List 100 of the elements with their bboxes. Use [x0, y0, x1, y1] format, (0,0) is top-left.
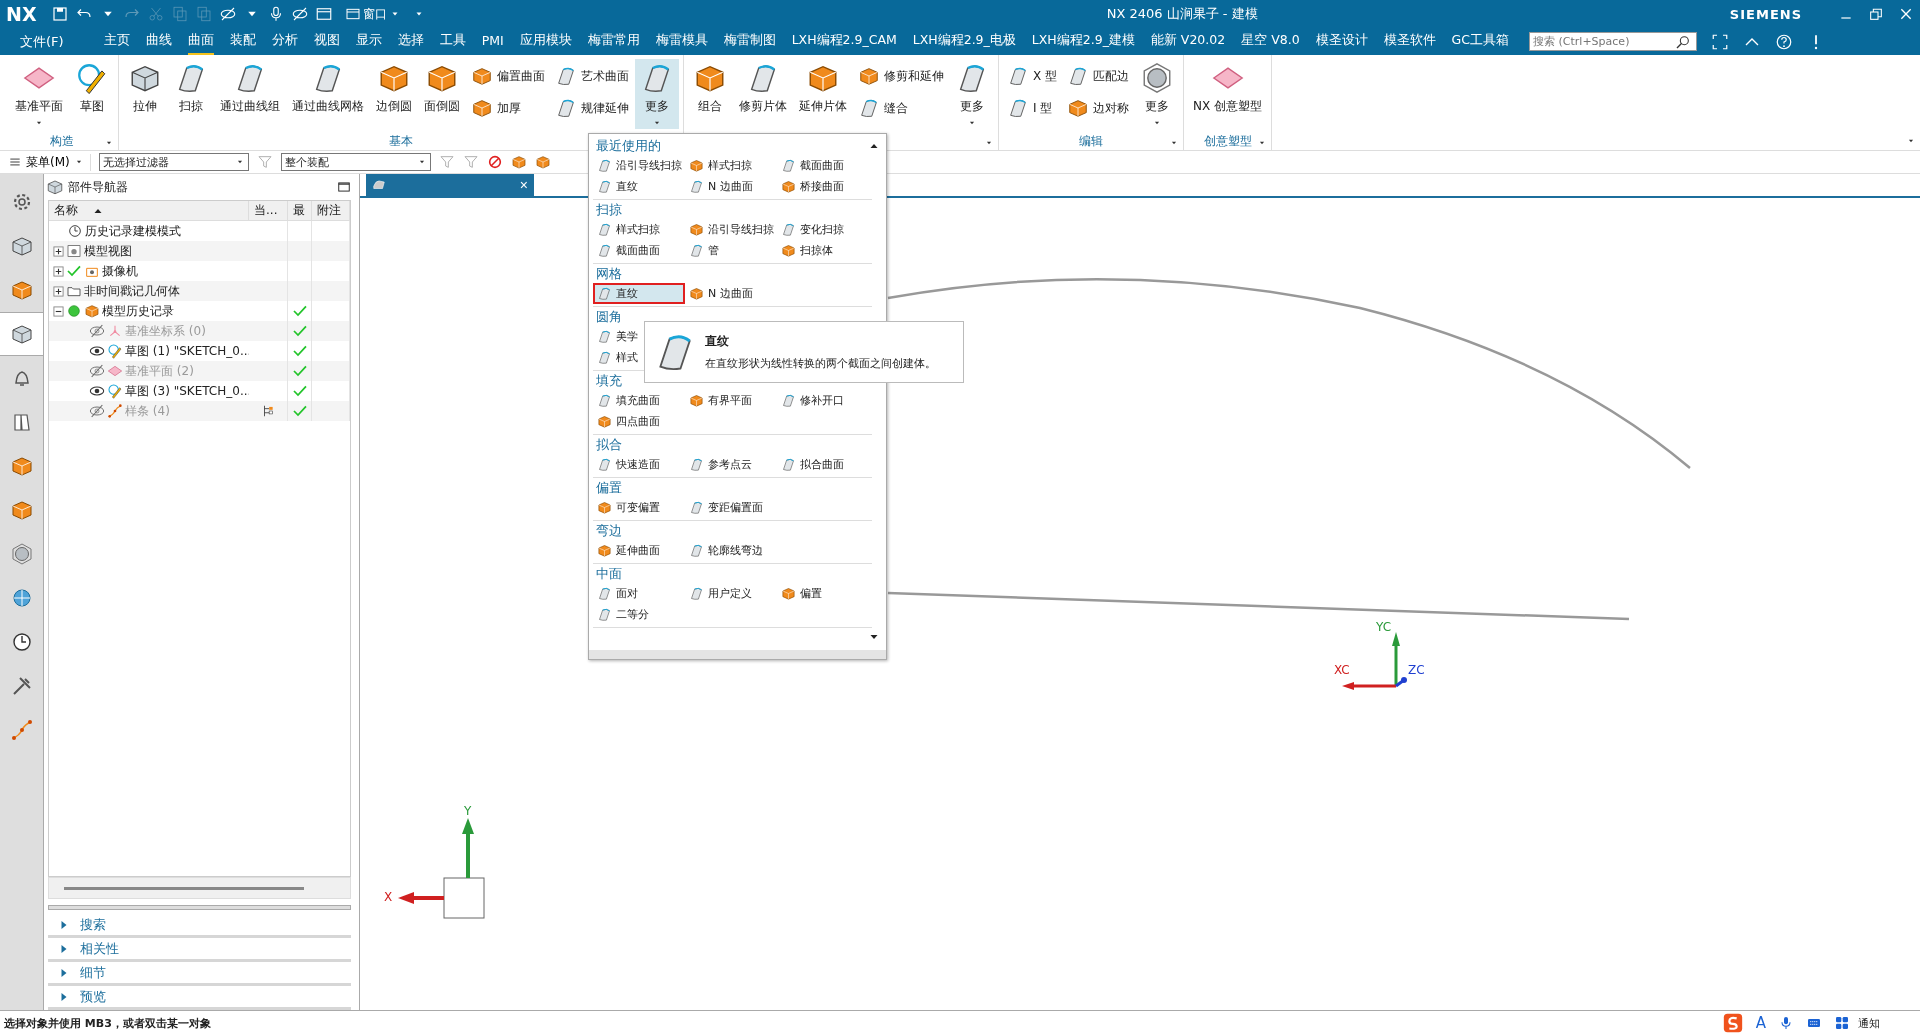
ribbon-button[interactable]: NX 创意塑型	[1188, 59, 1268, 129]
ribbon-tab[interactable]: 选择	[397, 28, 424, 55]
ribbon-button[interactable]: 边对称	[1063, 95, 1134, 121]
search-field[interactable]: 搜索 (Ctrl+Space)	[1529, 32, 1698, 51]
ribbon-button[interactable]: 组合	[688, 59, 732, 129]
menu-item[interactable]: 桥接曲面	[777, 176, 869, 197]
ribbon-button[interactable]: 加厚	[467, 95, 549, 121]
ribbon-button[interactable]: 延伸片体	[794, 59, 852, 129]
ribbon-tab[interactable]: 曲线	[145, 28, 172, 55]
menu-item[interactable]: 截面曲面	[593, 240, 685, 261]
menu-item[interactable]: 参考点云	[685, 454, 777, 475]
column-header[interactable]: 名称	[54, 202, 78, 219]
window-menu[interactable]: 窗口	[338, 4, 407, 24]
tree-row[interactable]: 非时间戳记几何体	[49, 281, 350, 301]
menu-button[interactable]: 菜单(M)	[6, 153, 91, 171]
ribbon-button[interactable]: 偏置曲面	[467, 63, 549, 89]
menu-item[interactable]: N 边曲面	[685, 176, 777, 197]
ribbon-tab[interactable]: GC工具箱	[1451, 28, 1510, 55]
ribbon-button[interactable]: 扫掠	[169, 59, 213, 129]
section-header[interactable]: 预览	[48, 986, 351, 1010]
close-button[interactable]: ×	[519, 177, 528, 193]
menu-item[interactable]: 偏置	[777, 583, 869, 604]
ribbon-button[interactable]: 艺术曲面	[551, 63, 633, 89]
ribbon-button[interactable]: 更多	[1135, 59, 1180, 129]
ribbon-button[interactable]: 通过曲线组	[215, 59, 285, 129]
dropdown-field[interactable]: 无选择过滤器	[98, 153, 249, 171]
ribbon-button[interactable]: X 型	[1003, 63, 1062, 89]
file-menu[interactable]: 文件(F)	[20, 32, 64, 51]
ribbon-button[interactable]: 草图	[70, 59, 114, 129]
ribbon-button[interactable]: 基准平面	[10, 59, 68, 129]
menu-item[interactable]: 样式	[593, 347, 685, 368]
menu-item[interactable]: 直纹	[593, 283, 685, 304]
ribbon-button[interactable]: 拉伸	[123, 59, 167, 129]
ribbon-tab[interactable]: 分析	[271, 28, 298, 55]
menu-item[interactable]: 拟合曲面	[777, 454, 869, 475]
ribbon-tab[interactable]: 装配	[229, 28, 256, 55]
menu-item[interactable]: 美学	[593, 326, 685, 347]
menu-item[interactable]: 修补开口	[777, 390, 869, 411]
menu-item[interactable]: 扫掠体	[777, 240, 869, 261]
column-header[interactable]: 附注	[317, 202, 341, 219]
ribbon-tab[interactable]: 工具	[439, 28, 466, 55]
ribbon-button[interactable]: 面倒圆	[419, 59, 465, 129]
ribbon-tab[interactable]: 主页	[103, 28, 130, 55]
menu-item[interactable]: 填充曲面	[593, 390, 685, 411]
ribbon-tab[interactable]: 模圣设计	[1315, 28, 1368, 55]
document-tab[interactable]: ×	[366, 174, 534, 196]
axis-label: Y	[464, 804, 472, 818]
section-header[interactable]: 相关性	[48, 938, 351, 962]
menu-item[interactable]: 面对	[593, 583, 685, 604]
menu-item[interactable]: 延伸曲面	[593, 540, 685, 561]
ribbon-tab[interactable]: PMI	[481, 29, 504, 54]
ribbon-tab[interactable]: LXH编程2.9_电极	[912, 28, 1016, 55]
ribbon-button[interactable]: 更多	[635, 59, 679, 129]
menu-item[interactable]: 直纹	[593, 176, 685, 197]
ribbon-button[interactable]: 修剪和延伸	[854, 63, 948, 89]
ribbon-tab[interactable]: LXH编程2.9_建模	[1031, 28, 1135, 55]
notification-label[interactable]: 通知	[1858, 1015, 1880, 1031]
menu-item[interactable]: 截面曲面	[777, 155, 869, 176]
ribbon-tab[interactable]: 星空 V8.0	[1241, 28, 1300, 55]
tree-row[interactable]: 模型视图	[49, 241, 350, 261]
section-header[interactable]: 搜索	[48, 914, 351, 938]
section-header[interactable]: 细节	[48, 962, 351, 986]
ribbon-tab[interactable]: 视图	[313, 28, 340, 55]
menu-item[interactable]: 变化扫掠	[777, 219, 869, 240]
ribbon-button[interactable]: 边倒圆	[371, 59, 417, 129]
tree-item-label: 历史记录建模模式	[85, 222, 181, 240]
ribbon-button[interactable]: 规律延伸	[551, 95, 633, 121]
ribbon-tab[interactable]: 梅雷制图	[723, 28, 776, 55]
menu-item[interactable]: 快速造面	[593, 454, 685, 475]
menu-item[interactable]: 四点曲面	[593, 411, 685, 432]
menu-item[interactable]: 可变偏置	[593, 497, 685, 518]
column-header[interactable]: 当...	[254, 202, 278, 219]
dropdown-field[interactable]: 整个装配	[280, 153, 431, 171]
menu-item[interactable]: 变距偏置面	[685, 497, 777, 518]
ribbon-button[interactable]: 修剪片体	[734, 59, 792, 129]
ime-mode-button[interactable]: A	[1755, 1014, 1766, 1032]
menu-item[interactable]: 沿引导线扫掠	[685, 219, 777, 240]
ribbon-button[interactable]: 更多	[950, 59, 994, 129]
menu-item[interactable]: 样式扫掠	[685, 155, 777, 176]
ribbon-tab[interactable]: 应用模块	[519, 28, 572, 55]
ribbon-tab[interactable]: 梅雷常用	[587, 28, 640, 55]
ribbon-tab[interactable]: 模圣软件	[1383, 28, 1436, 55]
menu-item[interactable]: 二等分	[593, 604, 685, 625]
column-header[interactable]: 最	[293, 202, 305, 219]
ribbon-button[interactable]: I 型	[1003, 95, 1062, 121]
ribbon-tab[interactable]: 曲面	[187, 28, 214, 55]
ribbon-button[interactable]: 通过曲线网格	[287, 59, 369, 129]
ribbon-tab[interactable]: LXH编程2.9_CAM	[791, 28, 897, 55]
ribbon-tab[interactable]: 梅雷模具	[655, 28, 708, 55]
menu-item[interactable]: 用户定义	[685, 583, 777, 604]
ribbon-tab[interactable]: 显示	[355, 28, 382, 55]
ribbon-button[interactable]: 匹配边	[1063, 63, 1134, 89]
ribbon-tab[interactable]: 能新 V20.02	[1150, 28, 1226, 55]
menu-item[interactable]: 有界平面	[685, 390, 777, 411]
menu-item[interactable]: 管	[685, 240, 777, 261]
ribbon-button[interactable]: 缝合	[854, 95, 948, 121]
menu-item[interactable]: 轮廓线弯边	[685, 540, 777, 561]
menu-item[interactable]: 沿引导线扫掠	[593, 155, 685, 176]
menu-item[interactable]: 样式扫掠	[593, 219, 685, 240]
menu-item[interactable]: N 边曲面	[685, 283, 777, 304]
